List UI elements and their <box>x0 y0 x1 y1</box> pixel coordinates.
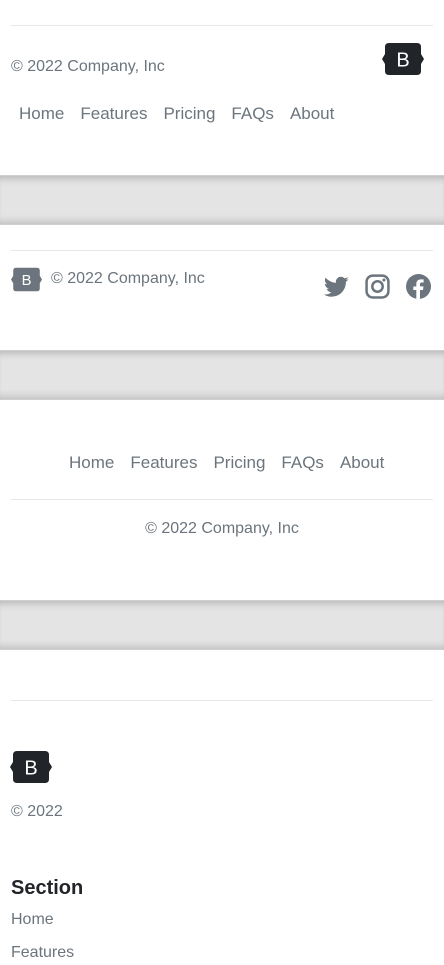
facebook-icon <box>406 274 431 299</box>
footer4-top-border <box>11 700 433 701</box>
footer1-top-border <box>11 25 433 26</box>
twitter-link[interactable] <box>324 276 349 298</box>
footer1-nav-features[interactable]: Features <box>72 104 155 124</box>
footer3-copyright: © 2022 Company, Inc <box>145 520 299 537</box>
footer3-nav-pricing[interactable]: Pricing <box>205 453 273 473</box>
twitter-icon <box>324 276 349 297</box>
instagram-icon <box>365 274 390 299</box>
footer4-link-home[interactable]: Home <box>11 911 54 929</box>
footer1-copyright: © 2022 Company, Inc <box>11 58 165 75</box>
footer3-nav: Home Features Pricing FAQs About <box>61 453 392 473</box>
footer4-section-title: Section <box>11 877 84 899</box>
footer1-nav-about[interactable]: About <box>282 104 342 124</box>
footer3-nav-faqs[interactable]: FAQs <box>273 453 332 473</box>
page: © 2022 Company, Inc B Home Features Pric… <box>0 0 444 965</box>
footer4-link-features[interactable]: Features <box>11 944 74 962</box>
section-divider-3 <box>0 600 444 650</box>
footer2-top-border <box>11 250 433 251</box>
instagram-link[interactable] <box>365 274 390 299</box>
footer2-copyright: © 2022 Company, Inc <box>51 270 205 287</box>
footer3-separator <box>11 499 433 500</box>
footer1-logo[interactable]: B <box>382 42 424 81</box>
footer1-nav: Home Features Pricing FAQs About <box>11 104 342 124</box>
footer1-nav-faqs[interactable]: FAQs <box>223 104 282 124</box>
svg-text:B: B <box>24 758 37 780</box>
section-divider-1 <box>0 175 444 225</box>
svg-text:B: B <box>22 273 32 289</box>
footer4-copyright: © 2022 <box>11 803 63 820</box>
footer2-logo[interactable]: B <box>11 266 42 298</box>
bootstrap-logo-icon: B <box>11 267 42 292</box>
footer1-nav-pricing[interactable]: Pricing <box>155 104 223 124</box>
bootstrap-logo-icon: B <box>10 751 52 783</box>
footer4-logo[interactable]: B <box>10 750 52 789</box>
footer3-nav-features[interactable]: Features <box>122 453 205 473</box>
footer3-nav-about[interactable]: About <box>332 453 392 473</box>
bootstrap-logo-icon: B <box>382 43 424 75</box>
footer1-nav-home[interactable]: Home <box>11 104 72 124</box>
footer3-nav-home[interactable]: Home <box>61 453 122 473</box>
section-divider-2 <box>0 350 444 400</box>
facebook-link[interactable] <box>406 274 431 299</box>
footer2-social <box>324 274 431 299</box>
svg-text:B: B <box>396 50 409 72</box>
